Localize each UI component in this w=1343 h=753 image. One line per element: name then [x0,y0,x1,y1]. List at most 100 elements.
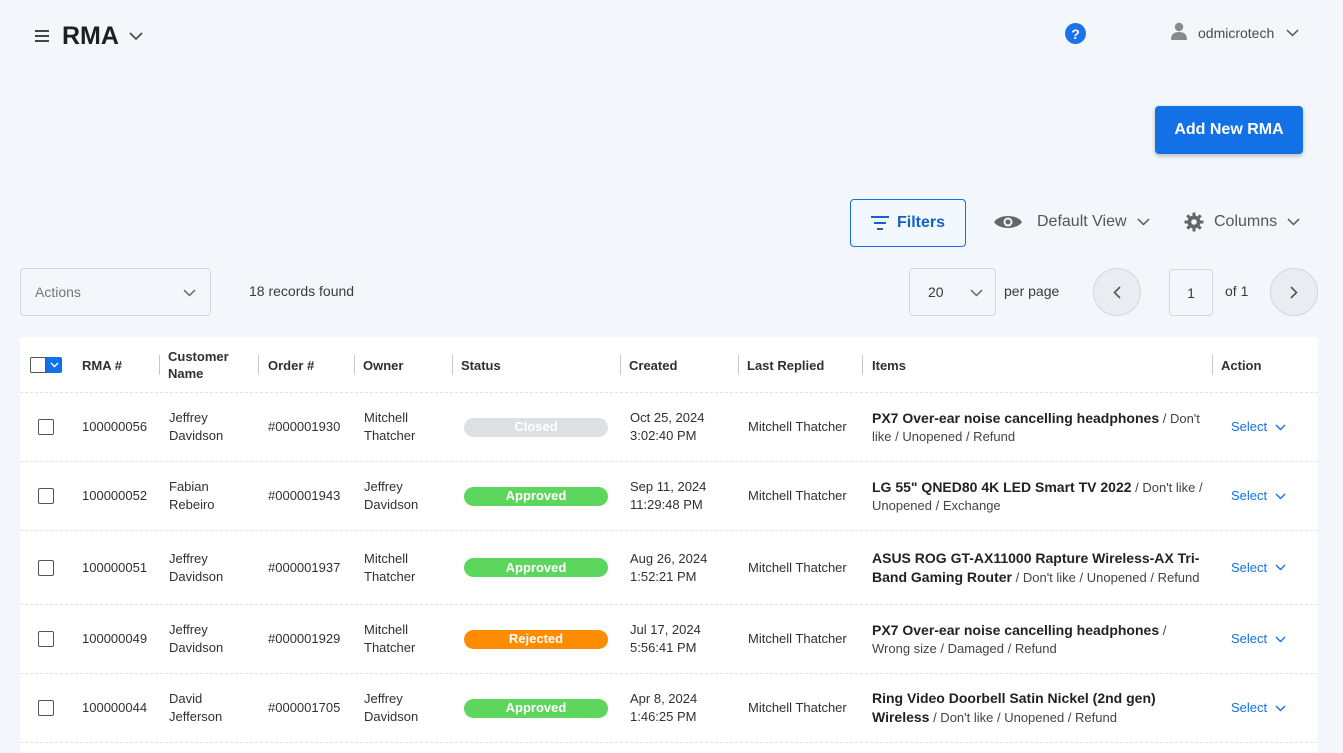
last-replied: Mitchell Thatcher [748,419,847,434]
row-checkbox[interactable] [38,700,54,716]
order-number[interactable]: #000001930 [268,393,340,461]
column-header-created-label: Created [629,357,678,373]
rma-number[interactable]: 100000052 [82,462,147,530]
action-select-label: Select [1231,700,1268,715]
user-icon [1170,22,1188,45]
action-select-dropdown[interactable]: Select [1231,699,1286,717]
item-description: LG 55" QNED80 4K LED Smart TV 2022 / Don… [872,478,1207,515]
action-select-dropdown[interactable]: Select [1231,487,1286,505]
item-description: PX7 Over-ear noise cancelling headphones… [872,621,1207,658]
status-badge: Approved [464,486,608,506]
column-header-action[interactable]: Action [1212,337,1261,393]
column-header-customer[interactable]: Customer Name [159,337,254,393]
rma-number[interactable]: 100000049 [82,605,147,673]
rma-number[interactable]: 100000044 [82,674,147,742]
item-description: Ring Video Doorbell Satin Nickel (2nd ge… [872,689,1207,727]
chevron-down-icon[interactable] [1286,29,1299,37]
table-row: 100000049 Jeffrey Davidson #000001929 Mi… [20,605,1318,674]
filters-button[interactable]: Filters [850,199,966,247]
last-replied: Mitchell Thatcher [748,631,847,646]
created-date: Oct 25, 2024 [630,410,705,425]
add-new-rma-button[interactable]: Add New RMA [1155,106,1303,154]
row-checkbox[interactable] [38,488,54,504]
row-checkbox[interactable] [38,419,54,435]
column-header-created[interactable]: Created [620,337,677,393]
owner-name: Jeffrey Davidson [364,479,419,512]
owner-name: Mitchell Thatcher [364,622,416,655]
help-icon[interactable]: ? [1065,23,1086,44]
order-number[interactable]: #000001929 [268,605,340,673]
columns-menu[interactable]: Columns [1184,208,1300,236]
filters-label: Filters [896,214,945,231]
column-header-items[interactable]: Items [862,337,906,393]
item-name: LG 55" QNED80 4K LED Smart TV 2022 [872,478,1132,495]
created-time: 3:02:40 PM [630,428,697,443]
chevron-right-icon [1290,285,1298,299]
column-header-action-label: Action [1221,357,1262,373]
column-header-owner-label: Owner [363,357,404,373]
previous-page-button[interactable] [1093,268,1141,316]
row-checkbox[interactable] [38,631,54,647]
order-number[interactable]: #000001937 [268,531,340,604]
table-row: 100000052 Fabian Rebeiro #000001943 Jeff… [20,462,1318,531]
created-date: Sep 11, 2024 [630,479,707,494]
customer-name: Jeffrey Davidson [169,622,224,655]
default-view-menu[interactable]: Default View [993,208,1150,236]
column-header-order-label: Order # [268,357,315,373]
columns-label: Columns [1214,213,1278,230]
column-header-last-replied-label: Last Replied [747,357,825,373]
owner-name: Mitchell Thatcher [364,550,416,584]
column-header-customer-label: Customer Name [168,349,229,381]
status-badge: Rejected [464,629,608,649]
created-date: Apr 8, 2024 [630,691,698,706]
created-time: 5:56:41 PM [630,640,697,655]
action-select-dropdown[interactable]: Select [1231,559,1286,577]
customer-name: Jeffrey Davidson [169,550,224,584]
order-number[interactable]: #000001943 [268,462,340,530]
status-badge: Closed [464,417,608,437]
owner-name: Jeffrey Davidson [364,691,419,724]
select-all-checkbox[interactable] [30,337,62,393]
item-description: PX7 Over-ear noise cancelling headphones… [872,409,1207,446]
chevron-down-icon[interactable] [129,31,143,41]
item-name: PX7 Over-ear noise cancelling headphones [872,621,1160,638]
chevron-down-icon [1137,218,1150,226]
column-header-rma[interactable]: RMA # [82,337,122,393]
customer-name: Jeffrey Davidson [169,410,224,443]
action-select-dropdown[interactable]: Select [1231,418,1286,436]
column-header-status[interactable]: Status [452,337,501,393]
column-header-order[interactable]: Order # [258,337,314,393]
action-select-label: Select [1231,488,1268,503]
action-select-label: Select [1231,559,1268,575]
column-header-status-label: Status [461,357,501,373]
owner-name: Mitchell Thatcher [364,410,416,443]
customer-name: Fabian Rebeiro [169,479,215,512]
chevron-down-icon[interactable] [46,357,62,373]
table-row: 100000056 Jeffrey Davidson #000001930 Mi… [20,393,1318,462]
action-select-dropdown[interactable]: Select [1231,630,1286,648]
hamburger-menu-icon[interactable] [32,20,52,52]
chevron-down-icon [1275,564,1286,571]
chevron-down-icon [1275,424,1286,430]
actions-dropdown[interactable]: Actions [20,268,211,316]
item-detail: / Don't like / Unopened / Refund [1012,569,1200,585]
chevron-down-icon [1275,705,1286,711]
column-header-last-replied[interactable]: Last Replied [738,337,824,393]
page-number-input[interactable]: 1 [1169,269,1213,316]
rma-number[interactable]: 100000056 [82,393,147,461]
per-page-label: per page [1004,283,1060,299]
filter-icon [870,216,889,230]
default-view-label: Default View [1037,213,1127,230]
last-replied: Mitchell Thatcher [748,700,847,715]
column-header-owner[interactable]: Owner [354,337,403,393]
rma-number[interactable]: 100000051 [82,531,147,604]
order-number[interactable]: #000001705 [268,674,340,742]
item-description: ASUS ROG GT-AX11000 Rapture Wireless-AX … [872,549,1207,587]
next-page-button[interactable] [1270,268,1318,316]
total-pages-label: of 1 [1225,283,1249,299]
page-header: RMA [32,20,143,52]
user-menu[interactable]: odmicrotech [1170,22,1299,44]
action-select-label: Select [1231,419,1268,434]
per-page-select[interactable]: 20 [909,268,996,316]
row-checkbox[interactable] [38,559,54,576]
